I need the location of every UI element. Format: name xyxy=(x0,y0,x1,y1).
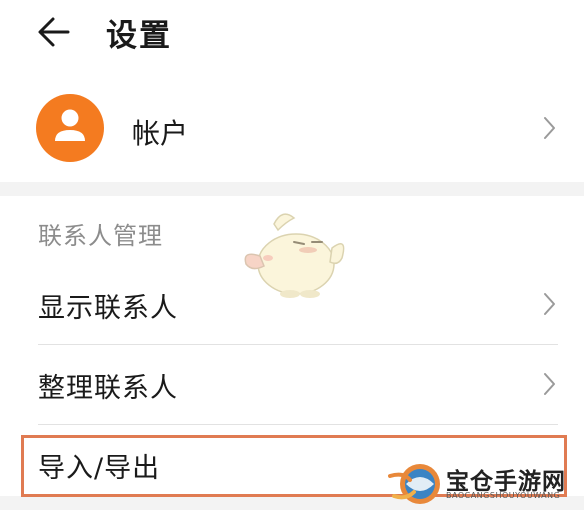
mascot-watermark-icon xyxy=(244,213,345,298)
display-contacts-label: 显示联系人 xyxy=(38,293,178,324)
section-header: 联系人管理 xyxy=(38,222,163,250)
account-label: 帐户 xyxy=(132,117,189,150)
watermark-subtext: BAOCANGSHOUYOUWANG xyxy=(446,491,561,500)
avatar xyxy=(36,94,104,162)
arrow-left-icon xyxy=(38,17,70,47)
chevron-right-icon xyxy=(544,117,555,139)
back-button[interactable] xyxy=(34,12,78,52)
organize-contacts-label: 整理联系人 xyxy=(38,373,178,404)
chevron-right-icon xyxy=(544,373,555,395)
page-title: 设置 xyxy=(106,18,172,54)
top-bar: 设置 xyxy=(0,0,584,70)
import-export-label: 导入/导出 xyxy=(38,453,161,484)
account-row[interactable]: 帐户 xyxy=(0,70,584,182)
organize-contacts-row[interactable]: 整理联系人 xyxy=(0,344,584,424)
chevron-right-icon xyxy=(544,293,555,315)
person-icon xyxy=(55,109,85,141)
